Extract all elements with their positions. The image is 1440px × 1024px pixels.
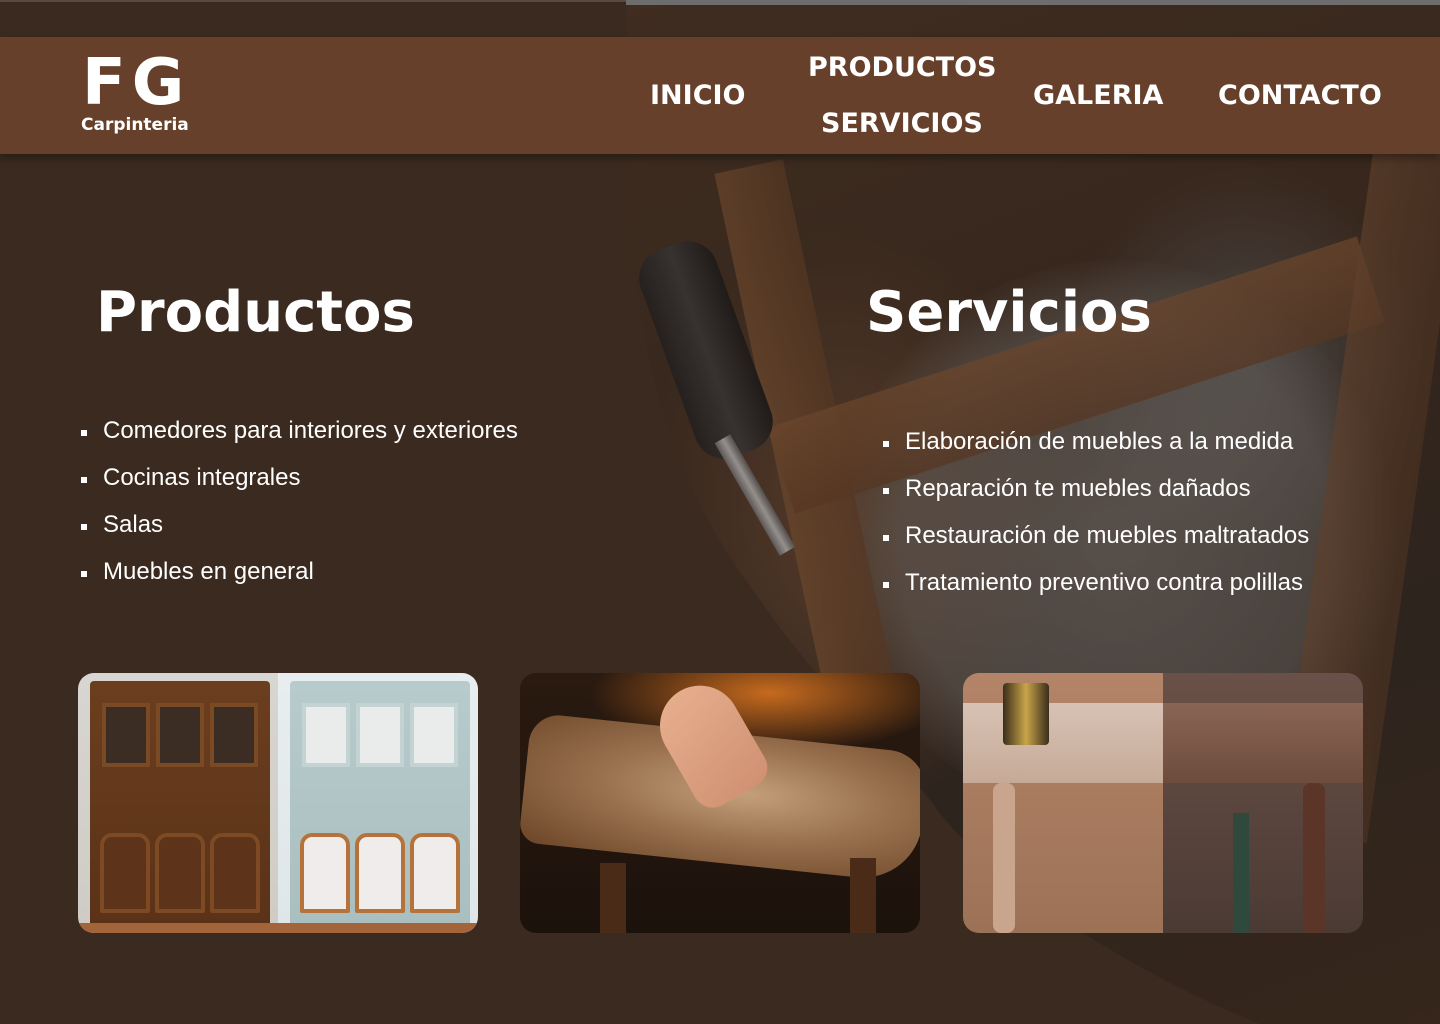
productos-list-item: Cocinas integrales xyxy=(79,464,518,511)
table-top-unfinished xyxy=(963,703,1163,783)
productos-heading: Productos xyxy=(96,280,415,345)
hutch-cabinet-door xyxy=(100,833,150,913)
brand-logo[interactable]: FG Carpinteria xyxy=(80,49,190,144)
servicios-list-item: Tratamiento preventivo contra polillas xyxy=(881,569,1309,616)
top-border-line xyxy=(0,0,626,2)
nav-link-galeria[interactable]: GALERIA xyxy=(1033,80,1163,112)
table-leg xyxy=(993,783,1015,933)
hutch-glass-door xyxy=(210,703,258,767)
nav-link-inicio[interactable]: INICIO xyxy=(650,80,746,112)
productos-list-item: Comedores para interiores y exteriores xyxy=(79,417,518,464)
hutch-cabinet-door xyxy=(300,833,350,913)
servicios-list-item: Reparación te muebles dañados xyxy=(881,475,1309,522)
productos-list-item: Salas xyxy=(79,511,518,558)
hutch-glass-door xyxy=(410,703,458,767)
hutch-cabinet-door xyxy=(355,833,405,913)
table-leg xyxy=(1303,783,1325,933)
wood-hutch xyxy=(90,681,270,931)
site-header: FG Carpinteria INICIO PRODUCTOS SERVICIO… xyxy=(0,37,1440,154)
productos-list: Comedores para interiores y exteriores C… xyxy=(79,417,518,605)
table-top-stained xyxy=(1163,703,1363,783)
gallery-photo-table-refinish xyxy=(963,673,1363,933)
hutch-cabinet-door xyxy=(155,833,205,913)
gallery-photo-sanding xyxy=(520,673,920,933)
productos-list-item: Muebles en general xyxy=(79,558,518,605)
gallery-photo-hutch-restoration xyxy=(78,673,478,933)
hutch-cabinet-door xyxy=(210,833,260,913)
servicios-list: Elaboración de muebles a la medida Repar… xyxy=(881,428,1309,616)
nav-link-servicios[interactable]: SERVICIOS xyxy=(821,108,983,140)
servicios-heading: Servicios xyxy=(866,280,1152,345)
logo-subtitle: Carpinteria xyxy=(81,115,189,135)
table-leg xyxy=(600,863,626,933)
servicios-list-item: Elaboración de muebles a la medida xyxy=(881,428,1309,475)
hutch-glass-door xyxy=(356,703,404,767)
porch-railing xyxy=(1233,813,1249,933)
painted-hutch xyxy=(290,681,470,931)
top-photo-strip xyxy=(626,0,1440,5)
table-leg xyxy=(850,858,876,933)
nav-link-contacto[interactable]: CONTACTO xyxy=(1218,80,1382,112)
photo-floor xyxy=(78,923,478,933)
hutch-glass-door xyxy=(102,703,150,767)
nav-link-productos[interactable]: PRODUCTOS xyxy=(808,52,997,84)
hutch-glass-door xyxy=(156,703,204,767)
hutch-cabinet-door xyxy=(410,833,460,913)
stain-can xyxy=(1003,683,1049,745)
hutch-glass-door xyxy=(302,703,350,767)
servicios-list-item: Restauración de muebles maltratados xyxy=(881,522,1309,569)
logo-mark: FG xyxy=(82,46,191,120)
